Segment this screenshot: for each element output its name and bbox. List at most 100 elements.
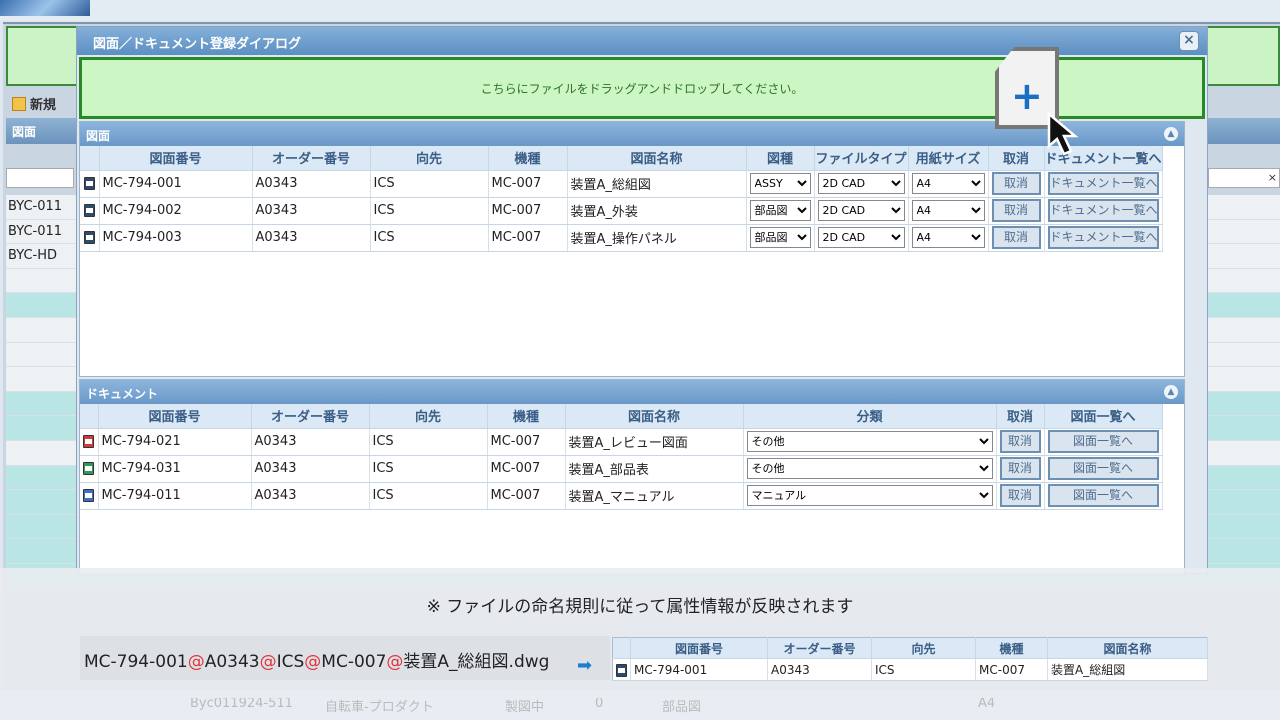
mouse-cursor-icon xyxy=(1047,112,1079,156)
new-document-icon xyxy=(12,96,26,111)
order-number: A0343 xyxy=(251,455,370,483)
destination: ICS xyxy=(369,455,488,483)
new-button[interactable]: 新規 xyxy=(12,94,56,113)
column-header[interactable]: ファイルタイプ xyxy=(814,146,909,171)
documents-panel-header: ドキュメント ▲ xyxy=(80,380,1184,404)
drawing-name: 装置A_総組図 xyxy=(567,170,747,198)
file-type-cell: 2D CAD xyxy=(814,170,909,198)
to-document-list-button[interactable]: ドキュメント一覧へ xyxy=(1047,199,1159,222)
to-drawing-list-button[interactable]: 図面一覧へ xyxy=(1047,484,1159,507)
column-header[interactable]: 図面一覧へ xyxy=(1044,404,1163,429)
column-header[interactable]: 取消 xyxy=(988,146,1045,171)
paper-size-cell: A4 xyxy=(908,170,989,198)
drawing-type-cell: 部品図 xyxy=(746,197,815,225)
order-number: A0343 xyxy=(251,428,370,456)
column-header[interactable]: 向先 xyxy=(370,146,489,171)
filter-clear-icon[interactable]: × xyxy=(1268,171,1277,184)
filename-part: A0343 xyxy=(204,652,260,672)
document-icon-cell xyxy=(80,428,99,456)
paper-size-select[interactable]: A4 xyxy=(911,200,985,221)
column-header[interactable]: オーダー番号 xyxy=(251,404,370,429)
column-header[interactable]: 分類 xyxy=(743,404,997,429)
cancel-button[interactable]: 取消 xyxy=(999,430,1041,453)
drawing-number: MC-794-002 xyxy=(99,197,253,225)
column-header[interactable]: 機種 xyxy=(487,404,566,429)
column-header[interactable]: 機種 xyxy=(488,146,568,171)
drawings-panel: 図面 ▲ 図面番号 オーダー番号 向先 機種 図面名称 図種 ファイルタイプ 用… xyxy=(79,121,1185,377)
paper-size-select[interactable]: A4 xyxy=(911,173,985,194)
category-select[interactable]: マニュアル xyxy=(746,485,993,506)
model: MC-007 xyxy=(488,197,568,225)
cancel-button[interactable]: 取消 xyxy=(991,226,1041,249)
app-topbar xyxy=(0,0,1280,20)
drawing-type-cell: 部品図 xyxy=(746,224,815,252)
collapse-icon[interactable]: ▲ xyxy=(1164,127,1178,141)
example-header-row: 図面番号 オーダー番号 向先 機種 図面名称 xyxy=(612,637,1208,659)
cancel-button[interactable]: 取消 xyxy=(991,199,1041,222)
column-header: 図面名称 xyxy=(1047,637,1208,659)
drawing-type-cell: ASSY xyxy=(746,170,815,198)
to-document-list-button[interactable]: ドキュメント一覧へ xyxy=(1047,226,1159,249)
filename-part: MC-007 xyxy=(321,652,387,672)
file-type-select[interactable]: 2D CAD xyxy=(817,227,905,248)
drawing-row[interactable]: MC-794-003 A0343 ICS MC-007 装置A_操作パネル 部品図 2D C… xyxy=(80,224,1163,252)
separator-at: @ xyxy=(386,652,404,672)
example-result-table: 図面番号 オーダー番号 向先 機種 図面名称 MC-794-001 A0343 … xyxy=(612,637,1208,681)
documents-panel: ドキュメント ▲ 図面番号 オーダー番号 向先 機種 図面名称 分類 取消 図面… xyxy=(79,379,1185,575)
document-icon xyxy=(83,204,95,217)
drawing-type-select[interactable]: 部品図 xyxy=(749,227,811,248)
cancel-button[interactable]: 取消 xyxy=(999,457,1041,480)
drawing-number: MC-794-011 xyxy=(98,482,252,510)
table-cell: MC-794-001 xyxy=(630,658,768,681)
column-header[interactable]: オーダー番号 xyxy=(252,146,371,171)
cancel-cell: 取消 xyxy=(988,197,1045,225)
model: MC-007 xyxy=(487,482,566,510)
document-row[interactable]: MC-794-031 A0343 ICS MC-007 装置A_部品表 その他 取消 図面一覧… xyxy=(80,455,1163,483)
drawings-header-row: 図面番号 オーダー番号 向先 機種 図面名称 図種 ファイルタイプ 用紙サイズ … xyxy=(80,146,1163,171)
collapse-icon[interactable]: ▲ xyxy=(1164,385,1178,399)
model: MC-007 xyxy=(488,170,568,198)
column-header[interactable]: 取消 xyxy=(996,404,1045,429)
column-header[interactable]: 向先 xyxy=(369,404,488,429)
paper-size-select[interactable]: A4 xyxy=(911,227,985,248)
drawing-type-select[interactable]: ASSY xyxy=(749,173,811,194)
doc-list-cell: ドキュメント一覧へ xyxy=(1044,170,1163,198)
column-header[interactable]: 図面番号 xyxy=(98,404,252,429)
filename-part: 装置A_総組図.dwg xyxy=(403,652,550,672)
to-drawing-list-button[interactable]: 図面一覧へ xyxy=(1047,457,1159,480)
category-select[interactable]: その他 xyxy=(746,458,993,479)
column-header[interactable]: 図面番号 xyxy=(99,146,253,171)
to-drawing-list-button[interactable]: 図面一覧へ xyxy=(1047,430,1159,453)
cancel-button[interactable]: 取消 xyxy=(999,484,1041,507)
order-number: A0343 xyxy=(252,170,371,198)
drawing-number: MC-794-003 xyxy=(99,224,253,252)
column-header xyxy=(612,637,631,659)
bg-filter-input-right[interactable]: × xyxy=(1208,168,1280,188)
bg-filter-input[interactable] xyxy=(6,168,74,188)
destination: ICS xyxy=(370,170,489,198)
drawings-table: 図面番号 オーダー番号 向先 機種 図面名称 図種 ファイルタイプ 用紙サイズ … xyxy=(80,146,1163,252)
column-header[interactable]: 図面名称 xyxy=(565,404,744,429)
document-icon-cell xyxy=(80,455,99,483)
column-header[interactable]: 図種 xyxy=(746,146,815,171)
drawing-number: MC-794-031 xyxy=(98,455,252,483)
paper-size-cell: A4 xyxy=(908,224,989,252)
plus-icon: + xyxy=(1011,74,1043,118)
column-header[interactable]: 図面名称 xyxy=(567,146,747,171)
cancel-button[interactable]: 取消 xyxy=(991,172,1041,195)
to-document-list-button[interactable]: ドキュメント一覧へ xyxy=(1047,172,1159,195)
document-row[interactable]: MC-794-011 A0343 ICS MC-007 装置A_マニュアル マニュアル 取消… xyxy=(80,482,1163,510)
drawing-row[interactable]: MC-794-002 A0343 ICS MC-007 装置A_外装 部品図 2D CAD A… xyxy=(80,197,1163,225)
file-type-select[interactable]: 2D CAD xyxy=(817,173,905,194)
column-header: 機種 xyxy=(975,637,1048,659)
file-type-select[interactable]: 2D CAD xyxy=(817,200,905,221)
column-header[interactable]: 用紙サイズ xyxy=(908,146,989,171)
document-row[interactable]: MC-794-021 A0343 ICS MC-007 装置A_レビュー図面 その他 取消図… xyxy=(80,428,1163,456)
blue-document-icon xyxy=(83,489,95,502)
destination: ICS xyxy=(370,197,489,225)
category-select[interactable]: その他 xyxy=(746,431,993,452)
drawing-type-select[interactable]: 部品図 xyxy=(749,200,811,221)
close-icon[interactable]: × xyxy=(1179,31,1199,51)
drawing-row[interactable]: MC-794-001 A0343 ICS MC-007 装置A_総組図 ASSY 2D CA… xyxy=(80,170,1163,198)
new-button-label: 新規 xyxy=(30,98,57,113)
